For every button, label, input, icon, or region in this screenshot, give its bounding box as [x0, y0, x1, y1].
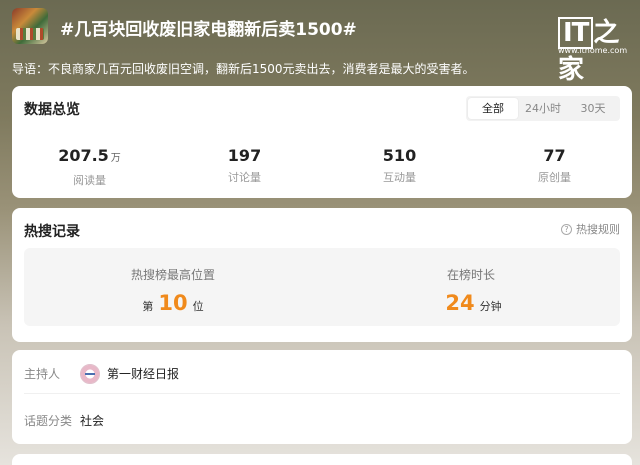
host-name[interactable]: 第一财经日报	[107, 365, 179, 382]
topic-info-card: 主持人 第一财经日报 话题分类 社会	[12, 350, 632, 444]
tab-all[interactable]: 全部	[468, 98, 518, 119]
hot-search-rules-link[interactable]: ? 热搜规则	[561, 221, 620, 237]
category-row: 话题分类 社会	[24, 413, 105, 428]
topic-intro: 导语：不良商家几百元回收废旧空调，翻新后1500元卖出去，消费者是最大的受害者。	[12, 62, 475, 76]
category-value: 社会	[80, 413, 105, 428]
watermark-logo: IT 之家 www.ithome.com	[558, 17, 628, 85]
hot-search-stats: 热搜榜最高位置 第 10 位 在榜时长 24 分钟	[24, 248, 620, 326]
data-overview-heading: 数据总览	[24, 102, 80, 118]
hot-search-card: 热搜记录 ? 热搜规则 热搜榜最高位置 第 10 位 在榜时长 24 分钟	[12, 208, 632, 342]
stats-row: 207.5 万 阅读量 197 讨论量 510 互动量 77 原创量	[12, 146, 632, 188]
tab-30d[interactable]: 30天	[568, 98, 618, 119]
stat-originals: 77 原创量	[538, 146, 571, 184]
tab-24h[interactable]: 24小时	[518, 98, 568, 119]
data-overview-card: 数据总览 全部 24小时 30天 207.5 万 阅读量 197 讨论量 510 …	[12, 86, 632, 198]
host-avatar[interactable]	[80, 363, 100, 384]
time-on-list: 在榜时长 24 分钟	[445, 268, 502, 315]
peak-position: 热搜榜最高位置 第 10 位	[130, 268, 215, 315]
topic-header: #几百块回收废旧家电翻新后卖1500# IT 之家 www.ithome.com …	[0, 0, 640, 85]
time-range-tabs: 全部 24小时 30天	[466, 96, 620, 121]
peak-position-value: 10	[158, 291, 188, 315]
stat-interactions: 510 互动量	[382, 146, 417, 184]
question-icon: ?	[561, 223, 572, 235]
stat-discussions: 197 讨论量	[227, 146, 262, 184]
host-row: 主持人 第一财经日报	[24, 354, 620, 394]
topic-title: #几百块回收废旧家电翻新后卖1500#	[60, 20, 357, 40]
time-on-list-value: 24	[445, 291, 475, 315]
topic-thumbnail	[12, 8, 48, 44]
next-card	[12, 454, 632, 465]
stat-reads: 207.5 万 阅读量	[58, 146, 121, 187]
hot-search-heading: 热搜记录	[24, 224, 80, 240]
